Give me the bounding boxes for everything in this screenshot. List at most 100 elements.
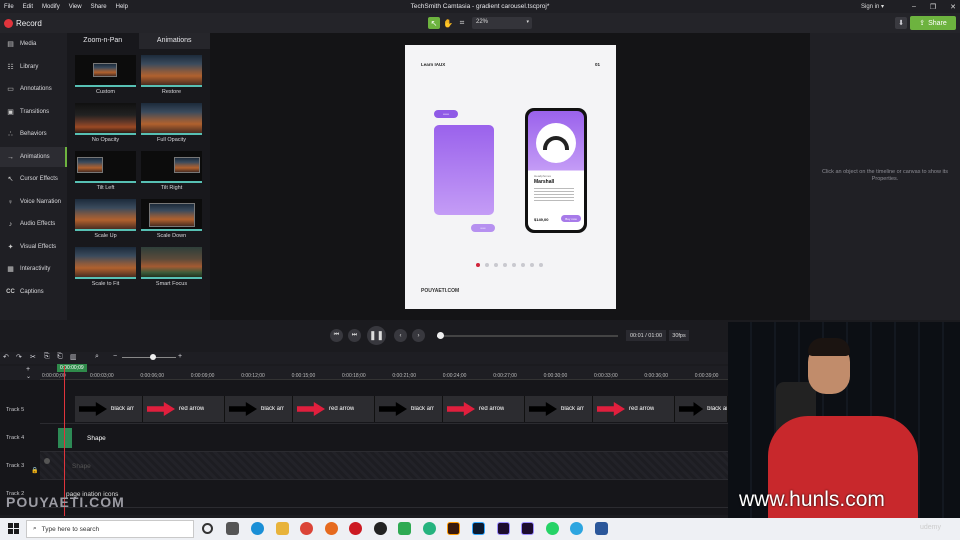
select-tool-icon[interactable]: ↖: [428, 17, 440, 29]
animation-tile-scale-up[interactable]: [75, 199, 136, 231]
animation-tile-custom[interactable]: [75, 55, 136, 87]
animation-tile-smart-focus[interactable]: [141, 247, 202, 279]
keyframe-dot[interactable]: [44, 458, 50, 464]
firefox-icon[interactable]: [325, 522, 338, 535]
animation-tile-scale-to-fit[interactable]: [75, 247, 136, 279]
fps-display[interactable]: 30fps: [669, 330, 689, 341]
pager-dot[interactable]: [521, 263, 525, 267]
sidebar-item-captions[interactable]: CC Captions: [0, 282, 67, 302]
menu-file[interactable]: File: [4, 4, 14, 10]
minimize-icon[interactable]: –: [912, 3, 916, 10]
pager-dot[interactable]: [503, 263, 507, 267]
tab-animations[interactable]: Animations: [138, 33, 210, 49]
pager-dot[interactable]: [512, 263, 516, 267]
edge-icon[interactable]: [251, 522, 264, 535]
taskbar-search[interactable]: ⌕ Type here to search: [26, 520, 194, 538]
phone-mockup[interactable]: Headphones Marshall $149,00 Buy now: [525, 108, 587, 233]
cut-icon[interactable]: ✂: [30, 353, 36, 361]
zoom-select[interactable]: 22% ▾: [472, 17, 532, 29]
step-back-icon[interactable]: ⏮: [330, 329, 343, 342]
cortana-icon[interactable]: [202, 523, 213, 534]
scrubber-handle[interactable]: [437, 332, 445, 339]
share-button[interactable]: ⇪ Share: [910, 16, 956, 30]
tab-zoom-n-pan[interactable]: Zoom-n-Pan: [67, 33, 139, 49]
sidebar-item-annotations[interactable]: ▭ Annotations: [0, 79, 67, 99]
animation-tile-no-opacity[interactable]: [75, 103, 136, 135]
word-icon[interactable]: [595, 522, 608, 535]
pager-dot[interactable]: [530, 263, 534, 267]
black-arrow-clip[interactable]: black arr: [525, 396, 593, 422]
menu-modify[interactable]: Modify: [42, 4, 60, 10]
playback-scrubber[interactable]: [437, 332, 618, 339]
black-arrow-clip[interactable]: black arr: [675, 396, 728, 422]
animation-tile-full-opacity[interactable]: [141, 103, 202, 135]
black-arrow-clip[interactable]: black arr: [375, 396, 443, 422]
redo-icon[interactable]: ↷: [16, 353, 22, 361]
animation-tile-restore[interactable]: [141, 55, 202, 87]
sidebar-item-transitions[interactable]: ▣ Transitions: [0, 102, 67, 122]
pager-dot[interactable]: [485, 263, 489, 267]
sidebar-item-library[interactable]: ☷ Library: [0, 57, 67, 77]
sidebar-item-interactivity[interactable]: ▦ Interactivity: [0, 259, 67, 279]
lock-icon[interactable]: 🔒: [31, 467, 38, 474]
bottom-badge[interactable]: •••••: [471, 224, 495, 232]
zoom-in-icon[interactable]: +: [178, 353, 182, 360]
menu-help[interactable]: Help: [116, 4, 128, 10]
red-arrow-clip[interactable]: red arrow: [443, 396, 525, 422]
animation-tile-scale-down[interactable]: [141, 199, 202, 231]
pause-icon[interactable]: ❚❚: [367, 326, 386, 345]
pager-dot[interactable]: [476, 263, 480, 267]
top-badge[interactable]: ••••••: [434, 110, 458, 118]
menu-share[interactable]: Share: [91, 4, 107, 10]
file-explorer-icon[interactable]: [276, 522, 289, 535]
sidebar-item-voice-narration[interactable]: ♀ Voice Narration: [0, 192, 67, 212]
obs-icon[interactable]: [374, 522, 387, 535]
red-arrow-clip[interactable]: red arrow: [143, 396, 225, 422]
record-button[interactable]: Record: [4, 17, 42, 29]
sidebar-item-audio-effects[interactable]: ♪ Audio Effects: [0, 214, 67, 234]
sidebar-item-animations[interactable]: → Animations: [0, 147, 67, 167]
timeline-zoom-handle[interactable]: [150, 354, 156, 360]
zoom-out-icon[interactable]: −: [113, 353, 117, 360]
animation-tile-tilt-right[interactable]: [141, 151, 202, 183]
task-view-icon[interactable]: [226, 522, 239, 535]
collapse-icon[interactable]: ⌄: [26, 373, 31, 380]
black-arrow-clip[interactable]: black arr: [75, 396, 143, 422]
camtasia-icon[interactable]: [398, 522, 411, 535]
playhead-time[interactable]: 0:00:00;09: [57, 364, 87, 372]
animation-tile-tilt-left[interactable]: [75, 151, 136, 183]
buy-button[interactable]: Buy now: [561, 215, 581, 222]
track4-clip-label[interactable]: Shape: [87, 435, 106, 442]
menu-edit[interactable]: Edit: [23, 4, 33, 10]
media-encoder-icon[interactable]: [521, 522, 534, 535]
track-row[interactable]: [40, 424, 728, 452]
add-track-icon[interactable]: +: [26, 366, 30, 373]
chrome-icon[interactable]: [300, 522, 313, 535]
previous-marker-icon[interactable]: ‹: [394, 329, 407, 342]
paste-icon[interactable]: ⎗: [57, 353, 63, 361]
zoom-icon[interactable]: ⌕: [95, 353, 99, 361]
telegram-icon[interactable]: [570, 522, 583, 535]
illustrator-icon[interactable]: [447, 522, 460, 535]
photoshop-icon[interactable]: [472, 522, 485, 535]
red-arrow-clip[interactable]: red arrow: [593, 396, 675, 422]
crop-tool-icon[interactable]: ⌗: [456, 17, 468, 29]
menu-view[interactable]: View: [69, 4, 82, 10]
close-icon[interactable]: ✕: [950, 3, 956, 11]
timeline-ruler[interactable]: 0:00:00;00 0:00:03;00 0:00:06;00 0:00:09;0…: [40, 366, 728, 384]
windows-start-icon[interactable]: [8, 523, 19, 534]
undo-icon[interactable]: ↶: [3, 353, 9, 361]
opera-icon[interactable]: [349, 522, 362, 535]
track3-clip-label[interactable]: Shape: [72, 463, 91, 470]
track-row[interactable]: [40, 480, 728, 508]
maximize-icon[interactable]: ❐: [930, 3, 936, 11]
shape-clip-marker[interactable]: [58, 428, 72, 448]
whatsapp-icon[interactable]: [546, 522, 559, 535]
pager-dot[interactable]: [539, 263, 543, 267]
sidebar-item-visual-effects[interactable]: ✦ Visual Effects: [0, 237, 67, 257]
step-forward-icon[interactable]: ⏭: [348, 329, 361, 342]
split-icon[interactable]: ▥: [70, 353, 77, 361]
pan-tool-icon[interactable]: ✋: [442, 17, 454, 29]
premiere-icon[interactable]: [497, 522, 510, 535]
pager-dot[interactable]: [494, 263, 498, 267]
